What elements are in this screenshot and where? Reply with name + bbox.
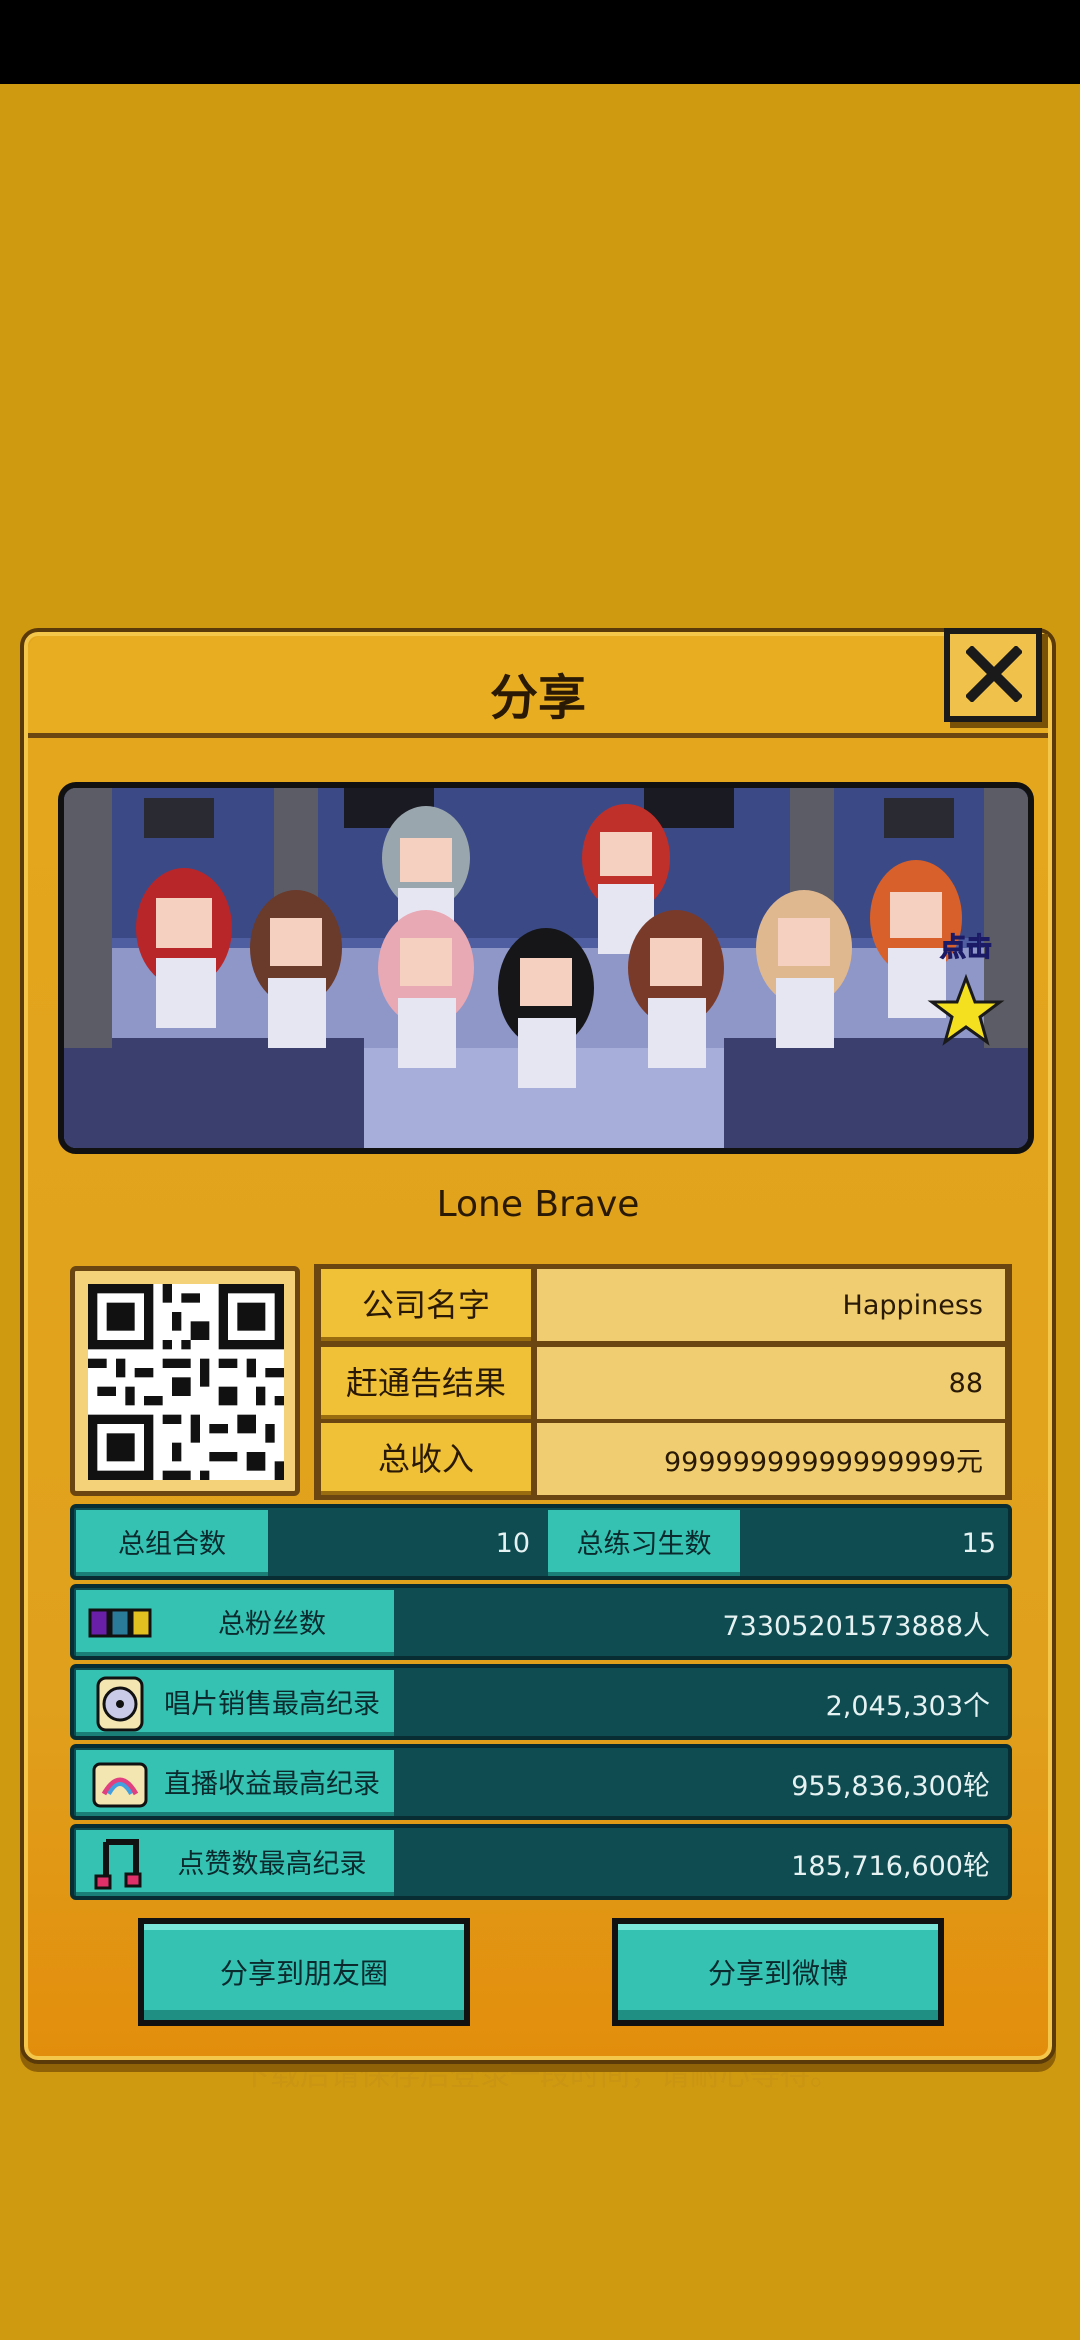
company-info-table: 公司名字 Happiness 赶通告结果 88 总收入 999999999999… <box>314 1264 1012 1500</box>
qr-code-image <box>88 1284 284 1480</box>
group-stage-banner[interactable]: 点击 <box>58 782 1034 1154</box>
dialog-title: 分享 <box>489 670 586 726</box>
share-dialog: 分享 点击 Lone Brave 公司名字 Happiness 赶通告结果 88… <box>20 628 1056 2064</box>
close-button[interactable] <box>944 628 1042 722</box>
info-value: 88 <box>537 1347 1005 1419</box>
info-value: 99999999999999999元 <box>537 1423 1005 1495</box>
trainee-count-value: 15 <box>961 1527 996 1559</box>
fans-icon <box>88 1608 152 1638</box>
group-count-label: 总组合数 <box>76 1510 268 1576</box>
info-label: 总收入 <box>321 1423 531 1495</box>
stat-row-likes: 点赞数最高纪录 185,716,600轮 <box>70 1824 1012 1900</box>
close-icon <box>966 646 1022 702</box>
qr-code <box>70 1266 300 1496</box>
stat-value: 2,045,303个 <box>825 1690 990 1722</box>
stat-value: 73305201573888人 <box>722 1610 991 1642</box>
info-row-income: 总收入 99999999999999999元 <box>319 1423 1007 1495</box>
stat-row-live-income: 直播收益最高纪录 955,836,300轮 <box>70 1744 1012 1820</box>
stat-label-cell: 唱片销售最高纪录 <box>76 1670 394 1736</box>
stat-value: 955,836,300轮 <box>791 1770 990 1802</box>
live-stream-icon <box>92 1762 148 1808</box>
stat-label: 总粉丝数 <box>218 1608 326 1640</box>
info-label: 公司名字 <box>321 1269 531 1341</box>
info-label: 赶通告结果 <box>321 1347 531 1419</box>
counts-bar: 总组合数 10 总练习生数 15 <box>70 1504 1012 1580</box>
trainee-count-label: 总练习生数 <box>548 1510 740 1576</box>
stat-row-fans: 总粉丝数 73305201573888人 <box>70 1584 1012 1660</box>
album-icon <box>96 1676 144 1732</box>
stage-scene-image: 点击 <box>64 788 1028 1148</box>
stat-label: 点赞数最高纪录 <box>177 1848 367 1880</box>
status-bar <box>0 0 1080 84</box>
music-note-icon <box>94 1839 142 1890</box>
stat-row-album-sales: 唱片销售最高纪录 2,045,303个 <box>70 1664 1012 1740</box>
info-value: Happiness <box>537 1269 1005 1341</box>
share-moments-button[interactable]: 分享到朋友圈 <box>138 1918 470 2026</box>
info-row-company: 公司名字 Happiness <box>319 1269 1007 1341</box>
stat-label: 直播收益最高纪录 <box>164 1768 380 1800</box>
group-name: Lone Brave <box>436 1184 640 1225</box>
stat-label-cell: 总粉丝数 <box>76 1590 394 1656</box>
stat-label-cell: 直播收益最高纪录 <box>76 1750 394 1816</box>
dialog-title-bar: 分享 <box>28 628 1048 738</box>
tap-hint-label: 点击 <box>940 933 992 963</box>
group-count-value: 10 <box>495 1527 530 1559</box>
share-weibo-button[interactable]: 分享到微博 <box>612 1918 944 2026</box>
info-row-announcement: 赶通告结果 88 <box>319 1347 1007 1419</box>
stat-label-cell: 点赞数最高纪录 <box>76 1830 394 1896</box>
stat-label: 唱片销售最高纪录 <box>164 1688 380 1720</box>
stat-value: 185,716,600轮 <box>791 1850 990 1882</box>
